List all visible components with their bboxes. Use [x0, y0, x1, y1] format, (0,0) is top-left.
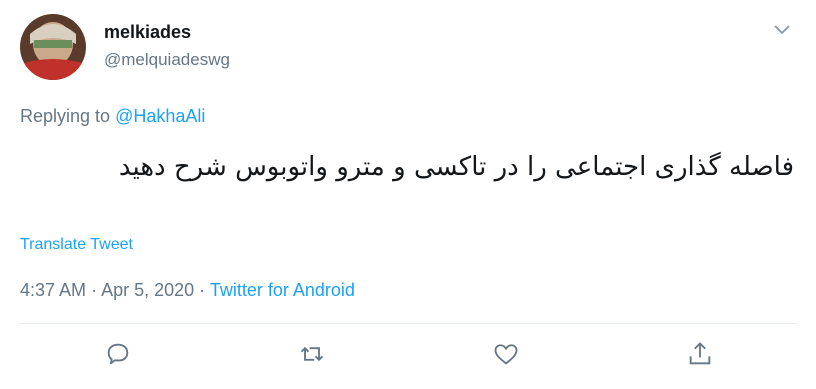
share-button[interactable]	[686, 340, 718, 372]
divider	[20, 323, 796, 324]
tweet-meta: 4:37 AM · Apr 5, 2020 · Twitter for Andr…	[20, 280, 355, 301]
tweet-text: فاصله گذاری اجتماعی را در تاکسی و مترو و…	[118, 152, 794, 182]
avatar-image	[20, 14, 86, 80]
retweet-icon	[300, 346, 324, 362]
replying-to: Replying to @HakhaAli	[20, 106, 205, 127]
reply-icon	[107, 343, 129, 365]
reply-button[interactable]	[104, 340, 136, 372]
like-button[interactable]	[492, 340, 524, 372]
retweet-button[interactable]	[298, 340, 330, 372]
tweet-date[interactable]: Apr 5, 2020	[101, 280, 194, 300]
reply-target-link[interactable]: @HakhaAli	[115, 106, 205, 126]
replying-prefix: Replying to	[20, 106, 111, 126]
user-handle[interactable]: @melquiadeswg	[104, 50, 230, 70]
action-bar	[0, 340, 816, 374]
user-name[interactable]: melkiades	[104, 22, 191, 43]
tweet-time[interactable]: 4:37 AM	[20, 280, 86, 300]
translate-tweet-link[interactable]: Translate Tweet	[20, 236, 133, 254]
tweet-source-link[interactable]: Twitter for Android	[210, 280, 355, 300]
share-icon	[689, 342, 711, 365]
chevron-down-icon[interactable]	[772, 22, 792, 38]
meta-separator: ·	[91, 280, 98, 300]
meta-separator: ·	[199, 280, 206, 300]
avatar[interactable]	[20, 14, 86, 80]
like-icon	[494, 344, 518, 365]
